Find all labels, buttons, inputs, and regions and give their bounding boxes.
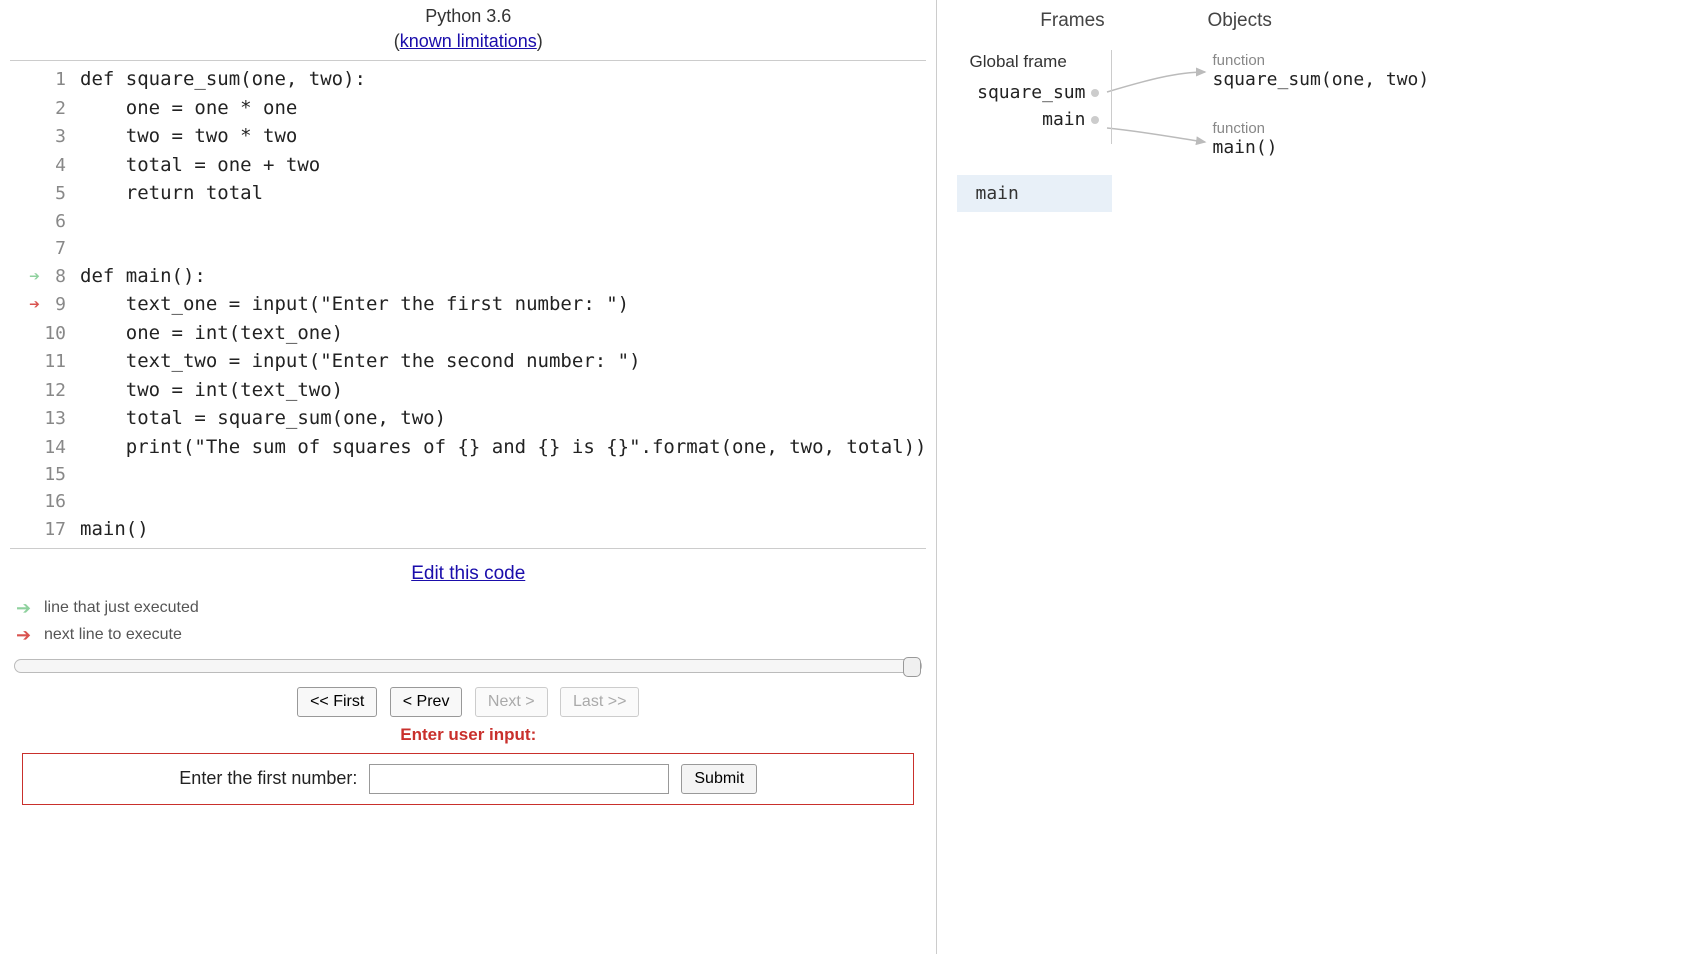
first-button[interactable]: << First xyxy=(297,687,377,717)
edit-code-link[interactable]: Edit this code xyxy=(411,563,525,584)
line-number: 11 xyxy=(40,348,80,375)
known-limitations-link[interactable]: known limitations xyxy=(400,31,537,51)
arrow-next-icon: ➔ xyxy=(10,291,40,318)
prev-button[interactable]: < Prev xyxy=(390,687,463,717)
visualization-area: Global frame square_sum main function sq… xyxy=(957,50,1689,310)
line-number: 13 xyxy=(40,405,80,432)
line-number: 3 xyxy=(40,123,80,150)
nav-buttons: << First < Prev Next > Last >> xyxy=(10,687,926,717)
user-input-prompt: Enter the first number: xyxy=(179,768,357,789)
code-text: two = int(text_two) xyxy=(80,376,343,405)
code-line: 16 xyxy=(10,488,926,515)
next-button: Next > xyxy=(475,687,548,717)
line-number: 2 xyxy=(40,95,80,122)
code-line: ➔8def main(): xyxy=(10,262,926,291)
line-number: 9 xyxy=(40,291,80,318)
line-number: 7 xyxy=(40,235,80,262)
slider-thumb[interactable] xyxy=(903,657,921,677)
code-line: 6 xyxy=(10,208,926,235)
code-line: 1def square_sum(one, two): xyxy=(10,65,926,94)
left-pane: Python 3.6 (known limitations) 1def squa… xyxy=(0,0,937,954)
submit-button[interactable]: Submit xyxy=(681,764,757,794)
arrow-next-icon: ➔ xyxy=(16,622,38,649)
arrow-executed-icon: ➔ xyxy=(10,263,40,290)
frames-column-header: Frames xyxy=(957,10,1187,32)
header: Python 3.6 (known limitations) xyxy=(10,4,926,54)
python-version: Python 3.6 xyxy=(425,6,511,26)
code-line: 14 print("The sum of squares of {} and {… xyxy=(10,433,926,462)
code-text: text_one = input("Enter the first number… xyxy=(80,290,629,319)
code-text: one = int(text_one) xyxy=(80,319,343,348)
object-function-square-sum: function square_sum(one, two) xyxy=(1212,52,1429,90)
code-line: 11 text_two = input("Enter the second nu… xyxy=(10,347,926,376)
user-input-box: Enter the first number: Submit xyxy=(22,753,914,805)
code-text: print("The sum of squares of {} and {} i… xyxy=(80,433,926,462)
global-var-square-sum: square_sum xyxy=(969,82,1103,103)
code-line: 2 one = one * one xyxy=(10,94,926,123)
legend-just-executed: line that just executed xyxy=(44,596,199,620)
code-text: two = two * two xyxy=(80,122,297,151)
right-pane: Frames Objects Global frame square_sum xyxy=(937,0,1699,954)
pointer-dot-icon xyxy=(1091,116,1099,124)
user-input-field[interactable] xyxy=(369,764,669,794)
execution-slider[interactable] xyxy=(14,659,922,673)
call-frame-main: main xyxy=(957,175,1112,212)
code-line: 12 two = int(text_two) xyxy=(10,376,926,405)
code-line: 7 xyxy=(10,235,926,262)
code-line: 13 total = square_sum(one, two) xyxy=(10,404,926,433)
legend-next-line: next line to execute xyxy=(44,623,182,647)
objects-column-header: Objects xyxy=(1187,10,1689,32)
code-text: total = square_sum(one, two) xyxy=(80,404,446,433)
line-number: 4 xyxy=(40,152,80,179)
code-line: 17main() xyxy=(10,515,926,544)
code-line: 5 return total xyxy=(10,179,926,208)
code-text: return total xyxy=(80,179,263,208)
pointer-dot-icon xyxy=(1091,89,1099,97)
last-button: Last >> xyxy=(560,687,639,717)
code-line: ➔9 text_one = input("Enter the first num… xyxy=(10,290,926,319)
line-number: 17 xyxy=(40,516,80,543)
global-frame-title: Global frame xyxy=(969,52,1103,72)
line-number: 1 xyxy=(40,66,80,93)
code-text: text_two = input("Enter the second numbe… xyxy=(80,347,641,376)
line-number: 16 xyxy=(40,488,80,515)
code-text: one = one * one xyxy=(80,94,297,123)
arrow-executed-icon: ➔ xyxy=(16,595,38,622)
line-number: 10 xyxy=(40,320,80,347)
code-line: 4 total = one + two xyxy=(10,151,926,180)
line-number: 14 xyxy=(40,434,80,461)
global-var-main: main xyxy=(969,109,1103,130)
legend: ➔ line that just executed ➔ next line to… xyxy=(16,595,926,649)
code-line: 3 two = two * two xyxy=(10,122,926,151)
line-number: 6 xyxy=(40,208,80,235)
line-number: 5 xyxy=(40,180,80,207)
line-number: 8 xyxy=(40,263,80,290)
code-text: main() xyxy=(80,515,149,544)
code-line: 15 xyxy=(10,461,926,488)
line-number: 12 xyxy=(40,377,80,404)
user-input-heading: Enter user input: xyxy=(10,725,926,745)
code-text: def main(): xyxy=(80,262,206,291)
code-text: def square_sum(one, two): xyxy=(80,65,366,94)
global-frame: Global frame square_sum main xyxy=(967,50,1112,144)
code-block: 1def square_sum(one, two):2 one = one * … xyxy=(10,60,926,549)
object-function-main: function main() xyxy=(1212,120,1277,158)
code-text: total = one + two xyxy=(80,151,320,180)
line-number: 15 xyxy=(40,461,80,488)
code-line: 10 one = int(text_one) xyxy=(10,319,926,348)
